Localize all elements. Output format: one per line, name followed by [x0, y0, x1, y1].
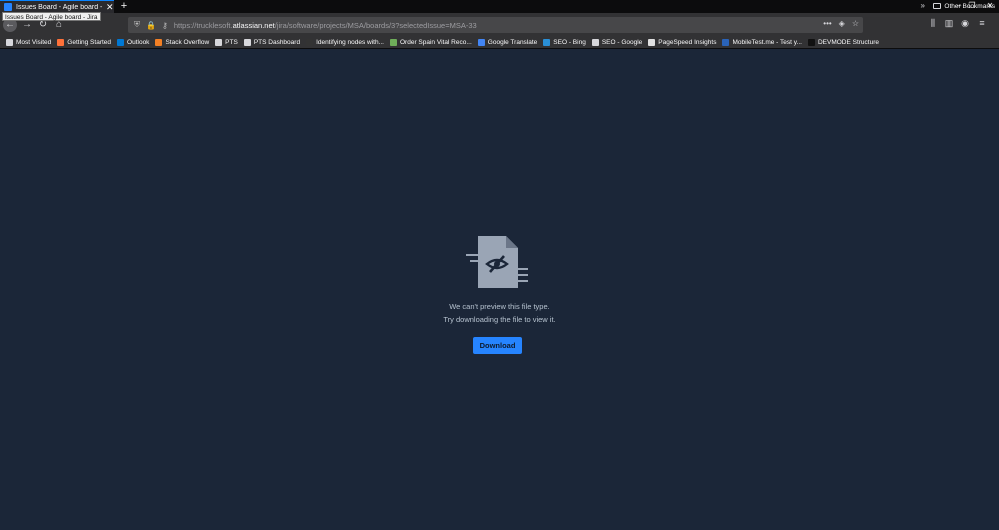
navigation-toolbar: ← → ↻ ⌂ ⛨ 🔒 ⚷ https://trucklesoft.atlass…: [0, 13, 999, 37]
page-icon: [591, 39, 599, 46]
new-tab-button[interactable]: +: [118, 0, 130, 13]
bookmark-item[interactable]: SEO - Bing: [543, 39, 586, 46]
key-icon: ⚷: [161, 20, 168, 30]
tab-close-icon[interactable]: ✕: [106, 2, 114, 12]
bookmark-label: Identifying nodes with...: [316, 39, 384, 46]
bookmark-item[interactable]: Getting Started: [57, 39, 111, 46]
bookmarks-overflow-icon[interactable]: »: [921, 0, 925, 12]
url-text[interactable]: https://trucklesoft.atlassian.net/jira/s…: [174, 21, 477, 30]
bookmark-item[interactable]: Order Spain Vital Reco...: [390, 39, 472, 46]
bookmark-item[interactable]: PTS Dashboard: [243, 39, 301, 46]
address-bar[interactable]: ⛨ 🔒 ⚷ https://trucklesoft.atlassian.net/…: [128, 17, 863, 33]
bookmark-label: MobileTest.me - Test y...: [732, 39, 802, 46]
bookmark-item[interactable]: Identifying nodes with...: [306, 39, 384, 46]
download-hint-message: Try downloading the file to view it.: [443, 315, 556, 324]
gear-icon: [6, 39, 13, 46]
tab-strip: Issues Board - Agile board - Jira ✕ + – …: [0, 0, 999, 13]
bookmark-label: Stack Overflow: [165, 39, 210, 46]
bookmark-item[interactable]: Google Translate: [477, 39, 538, 46]
bookmark-label: DEVMODE Structure: [817, 39, 879, 46]
preview-unavailable-message: We can't preview this file type.: [449, 302, 550, 311]
bing-icon: [543, 39, 551, 46]
tab-title: Issues Board - Agile board - Jira: [16, 3, 104, 11]
bookmark-label: PTS: [225, 39, 238, 46]
tab-tooltip: Issues Board - Agile board - Jira: [2, 12, 101, 21]
pocket-icon[interactable]: ◈: [839, 19, 845, 28]
bookmark-label: Most Visited: [16, 39, 52, 46]
bookmark-label: PageSpeed Insights: [658, 39, 717, 46]
bookmarks-toolbar: Most Visited Getting Started Outlook Stack …: [0, 37, 999, 49]
bookmark-label: SEO - Bing: [553, 39, 586, 46]
bookmark-label: Google Translate: [487, 39, 538, 46]
bookmark-label: SEO - Google: [601, 39, 643, 46]
other-bookmarks[interactable]: Other Bookmarks: [933, 0, 995, 12]
github-icon: [306, 39, 314, 46]
file-viewer: [0, 50, 999, 530]
bookmark-item[interactable]: PTS: [215, 39, 238, 46]
bookmark-label: Order Spain Vital Reco...: [400, 39, 472, 46]
sidebar-icon[interactable]: ▥: [942, 18, 956, 29]
bookmark-label: Getting Started: [67, 39, 112, 46]
stackoverflow-icon: [155, 39, 163, 46]
firefox-icon: [57, 39, 65, 46]
bookmark-item[interactable]: DEVMODE Structure: [807, 39, 879, 46]
account-icon[interactable]: ◉: [958, 18, 972, 29]
page-icon: [243, 39, 251, 46]
devmode-icon: [807, 39, 815, 46]
bookmark-label: PTS Dashboard: [253, 39, 301, 46]
bookmark-item[interactable]: Most Visited: [6, 39, 51, 46]
bookmark-item[interactable]: PageSpeed Insights: [648, 39, 716, 46]
outlook-icon: [117, 39, 125, 46]
other-bookmarks-label: Other Bookmarks: [944, 2, 995, 10]
translate-icon: [477, 39, 485, 46]
tree-icon: [390, 39, 397, 46]
folder-icon: [933, 3, 942, 9]
pagespeed-icon: [648, 39, 656, 46]
page-icon: [215, 39, 223, 46]
download-button[interactable]: Download: [473, 337, 522, 354]
bookmark-label: Outlook: [127, 39, 150, 46]
jira-icon: [4, 3, 12, 11]
shield-icon: ⛨: [134, 20, 140, 29]
library-icon[interactable]: ⫼: [926, 18, 940, 29]
bookmark-item[interactable]: Outlook: [117, 39, 149, 46]
file-preview-unavailable-icon: [466, 236, 528, 288]
bookmark-item[interactable]: SEO - Google: [591, 39, 643, 46]
bookmark-item[interactable]: Stack Overflow: [155, 39, 209, 46]
page-actions-icon[interactable]: •••: [823, 19, 831, 28]
mobiletest-icon: [722, 39, 730, 46]
bookmark-item[interactable]: MobileTest.me - Test y...: [722, 39, 802, 46]
menu-icon[interactable]: ≡: [975, 18, 989, 28]
lock-icon: 🔒: [146, 20, 156, 30]
bookmark-star-icon[interactable]: ☆: [852, 19, 859, 28]
